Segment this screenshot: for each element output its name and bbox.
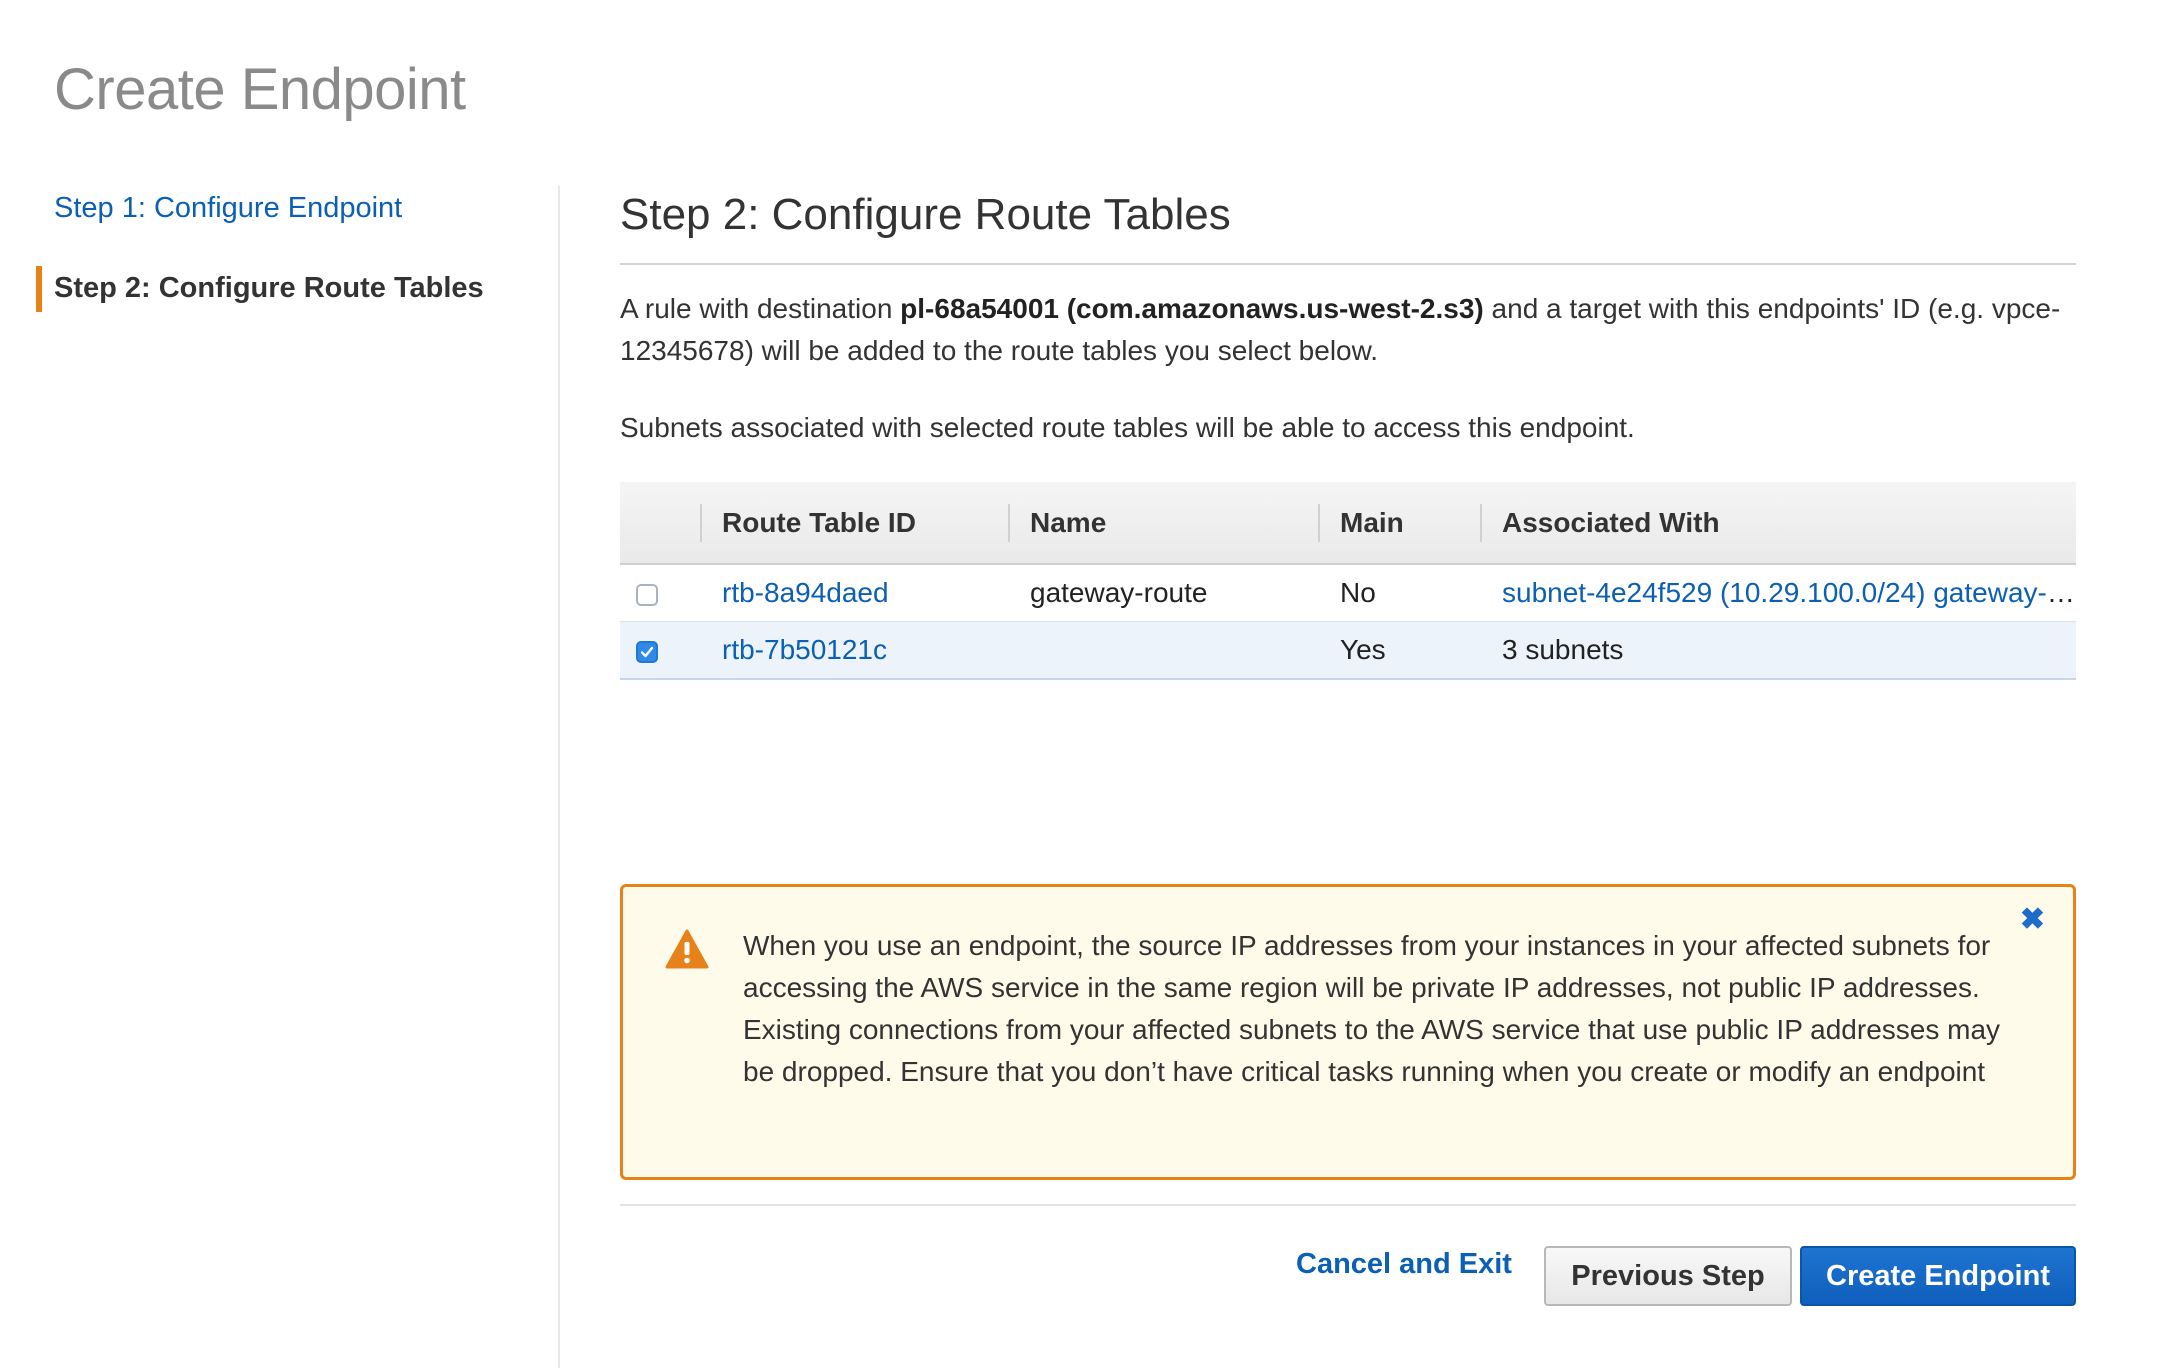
associated-subnet-link[interactable]: subnet-4e24f529 (10.29.100.0/24) gateway… [1502,577,2076,608]
active-step-marker [36,266,42,312]
column-separator [1318,504,1320,542]
row-checkbox[interactable] [636,583,658,606]
header-associated-with[interactable]: Associated With [1480,482,2076,565]
main-cell: Yes [1318,621,1480,680]
table-row[interactable]: rtb-8a94daed gateway-route No subnet-4e2… [620,564,2076,622]
header-route-table-id[interactable]: Route Table ID [700,482,1008,565]
title-divider [620,263,2076,265]
route-table-id-cell: rtb-7b50121c [700,621,1008,680]
description-text: A rule with destination pl-68a54001 (com… [620,288,2076,372]
row-select-cell [620,564,700,622]
footer-divider [620,1204,2076,1206]
header-label: Route Table ID [722,506,916,538]
close-icon[interactable]: ✖ [2020,905,2045,935]
header-label: Associated With [1502,506,1720,538]
row-select-cell [620,621,700,680]
column-separator [700,504,702,542]
description-prefix: A rule with destination [620,293,901,324]
cancel-and-exit-button[interactable]: Cancel and Exit [1296,1242,1512,1286]
route-table-id-cell: rtb-8a94daed [700,564,1008,622]
checkmark-icon [640,646,654,657]
page-title: Create Endpoint [54,57,466,122]
associated-with-cell: 3 subnets [1480,621,2076,680]
warning-icon [665,929,709,969]
name-cell: gateway-route [1008,564,1318,622]
previous-step-button[interactable]: Previous Step [1544,1246,1792,1306]
step-2-current: Step 2: Configure Route Tables [54,272,484,304]
create-endpoint-button[interactable]: Create Endpoint [1800,1246,2076,1306]
row-checkbox[interactable] [636,640,658,663]
subnet-note: Subnets associated with selected route t… [620,412,1635,443]
header-main[interactable]: Main [1318,482,1480,565]
sidebar-divider [558,186,560,1368]
warning-alert: When you use an endpoint, the source IP … [620,884,2076,1180]
table-row[interactable]: rtb-7b50121c Yes 3 subnets [620,621,2076,680]
header-select-column [620,482,700,565]
column-separator [1480,504,1482,542]
column-separator [1008,504,1010,542]
step-1-link[interactable]: Step 1: Configure Endpoint [54,192,402,225]
name-cell [1008,621,1318,680]
header-name[interactable]: Name [1008,482,1318,565]
route-table-id-link[interactable]: rtb-7b50121c [722,634,887,665]
main-cell: No [1318,564,1480,622]
alert-message: When you use an endpoint, the source IP … [743,930,2001,1087]
table-header-row: Route Table ID Name Main Associated With [620,482,2076,565]
associated-with-cell: subnet-4e24f529 (10.29.100.0/24) gateway… [1480,564,2076,622]
destination-prefix-list: pl-68a54001 (com.amazonaws.us-west-2.s3) [900,293,1484,324]
section-title: Step 2: Configure Route Tables [620,190,1231,239]
header-label: Name [1030,506,1107,538]
route-tables-table: Route Table ID Name Main Associated With… [620,482,2076,680]
route-table-id-link[interactable]: rtb-8a94daed [722,577,889,608]
header-label: Main [1340,506,1404,538]
